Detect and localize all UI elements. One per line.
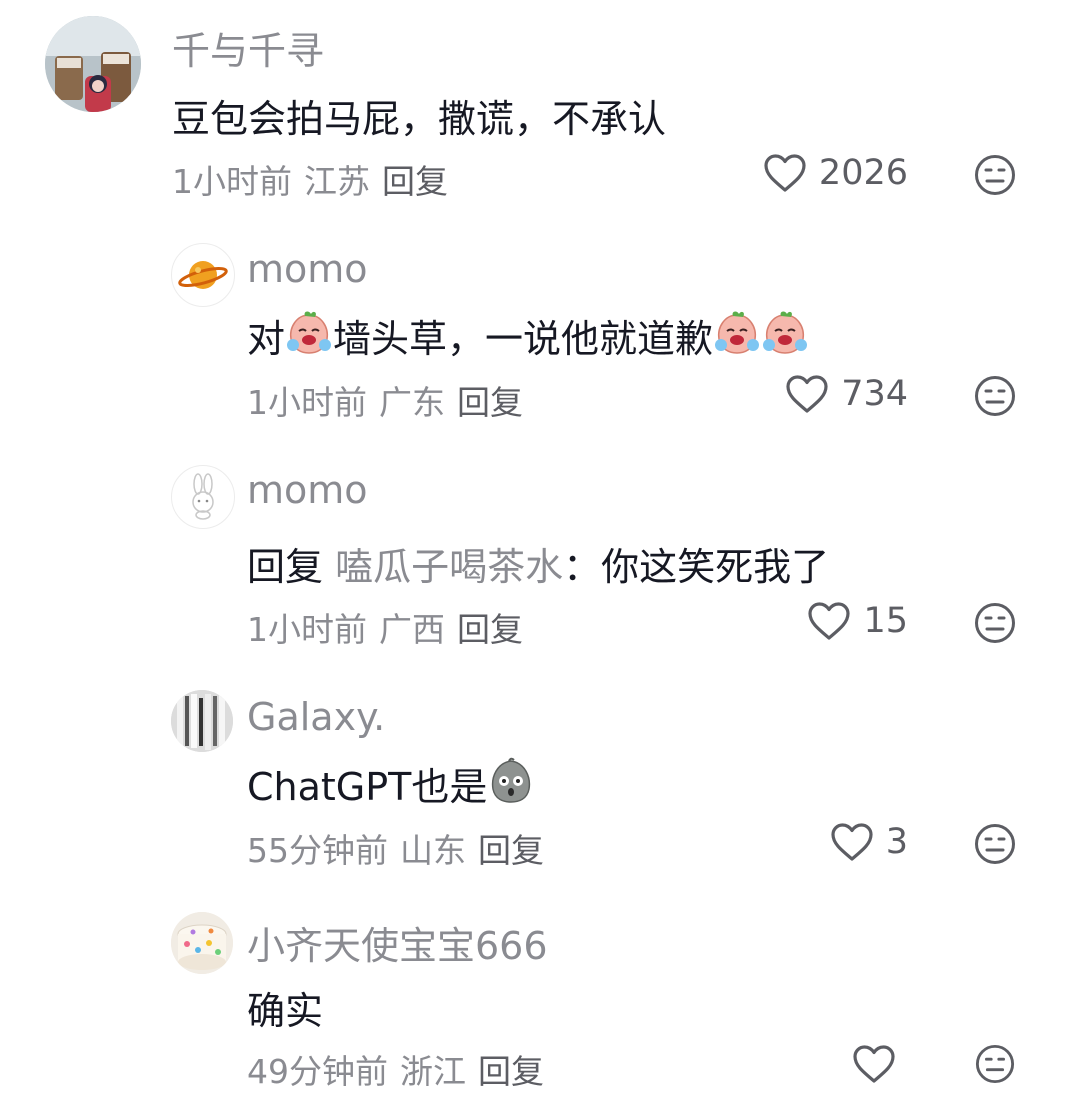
meh-face-icon (975, 155, 1015, 195)
grayscale-photo-icon (171, 690, 233, 752)
user-avatar[interactable] (171, 465, 235, 529)
dislike-button[interactable] (974, 823, 1016, 869)
like-button[interactable]: 3 (830, 822, 908, 862)
like-count: 15 (863, 601, 908, 641)
comment-text-segment: 豆包会拍马屁，撒谎，不承认 (172, 97, 667, 141)
reply-button[interactable]: 回复 (478, 831, 544, 870)
user-avatar[interactable] (171, 690, 233, 752)
comment-time: 1小时前 (247, 383, 367, 422)
comment-location: 江苏 (304, 162, 370, 201)
photo-avatar-icon (45, 16, 141, 112)
comment-text: 豆包会拍马屁，撒谎，不承认 (172, 88, 666, 143)
comment-time: 1小时前 (172, 162, 292, 201)
comment-time: 55分钟前 (247, 831, 388, 870)
user-avatar[interactable] (171, 912, 233, 974)
comment-text: 回复 嗑瓜子喝茶水：你这笑死我了 (247, 536, 829, 591)
shocked-gray-icon (487, 757, 535, 814)
like-button[interactable]: 734 (785, 374, 908, 414)
comment-username[interactable]: Galaxy. (247, 695, 385, 739)
comment-text-segment: 墙头草，一说他就道歉 (333, 317, 714, 361)
user-avatar[interactable] (45, 16, 141, 112)
like-button[interactable]: 2026 (763, 153, 908, 193)
like-count: 2026 (818, 153, 908, 193)
heart-icon (853, 1045, 895, 1083)
comment-username[interactable]: momo (247, 247, 368, 291)
comment-meta: 1小时前 广东 回复 (247, 376, 535, 424)
comment-location: 广西 (379, 610, 445, 649)
planet-icon (178, 261, 228, 289)
comment-meta: 1小时前 广西 回复 (247, 603, 535, 651)
reply-button[interactable]: 回复 (457, 610, 523, 649)
bunny-icon (192, 473, 214, 520)
meh-face-icon (975, 603, 1015, 643)
colorful-cake-icon (171, 912, 233, 974)
crying-peach-icon (713, 309, 761, 366)
like-button[interactable] (852, 1044, 908, 1084)
comment-text: 确实 (247, 980, 323, 1035)
dislike-button[interactable] (974, 375, 1016, 421)
user-avatar[interactable] (171, 243, 235, 307)
reply-button[interactable]: 回复 (457, 383, 523, 422)
comment-meta: 49分钟前 浙江 回复 (247, 1045, 556, 1093)
comment-username[interactable]: 千与千寻 (172, 20, 324, 75)
comment-text: 对 墙头草，一说他就道歉 (247, 308, 809, 370)
like-count: 3 (885, 822, 908, 862)
mention-username[interactable]: 嗑瓜子喝茶水 (335, 545, 563, 589)
heart-icon (831, 823, 873, 861)
comment-text-segment: ：你这笑死我了 (563, 545, 830, 589)
dislike-button[interactable] (974, 154, 1016, 200)
comment-text-segment: 对 (247, 317, 286, 361)
meh-face-icon (975, 824, 1015, 864)
comment-meta: 1小时前 江苏 回复 (172, 155, 460, 203)
comment-location: 浙江 (400, 1052, 466, 1091)
comment-time: 49分钟前 (247, 1052, 388, 1091)
reply-button[interactable]: 回复 (382, 162, 448, 201)
comment-username[interactable]: momo (247, 468, 368, 512)
dislike-button[interactable] (974, 1044, 1016, 1088)
comment-location: 山东 (400, 831, 466, 870)
crying-peach-icon (761, 309, 809, 366)
reply-button[interactable]: 回复 (478, 1052, 544, 1091)
comment-time: 1小时前 (247, 610, 367, 649)
meh-face-icon (975, 376, 1015, 416)
dislike-button[interactable] (974, 602, 1016, 648)
reply-prefix: 回复 (247, 545, 324, 589)
comment-text: ChatGPT也是 (247, 756, 535, 818)
like-count: 734 (841, 374, 908, 414)
crying-peach-icon (285, 309, 333, 366)
comment-text-segment: 确实 (247, 989, 324, 1033)
heart-icon (764, 154, 806, 192)
comment-username[interactable]: 小齐天使宝宝666 (247, 915, 548, 970)
meh-face-icon (975, 1044, 1015, 1084)
comment-meta: 55分钟前 山东 回复 (247, 824, 556, 872)
heart-icon (808, 602, 851, 640)
like-button[interactable]: 15 (807, 601, 908, 641)
heart-icon (786, 375, 828, 413)
comment-text-segment: ChatGPT也是 (247, 765, 488, 809)
comment-location: 广东 (379, 383, 445, 422)
